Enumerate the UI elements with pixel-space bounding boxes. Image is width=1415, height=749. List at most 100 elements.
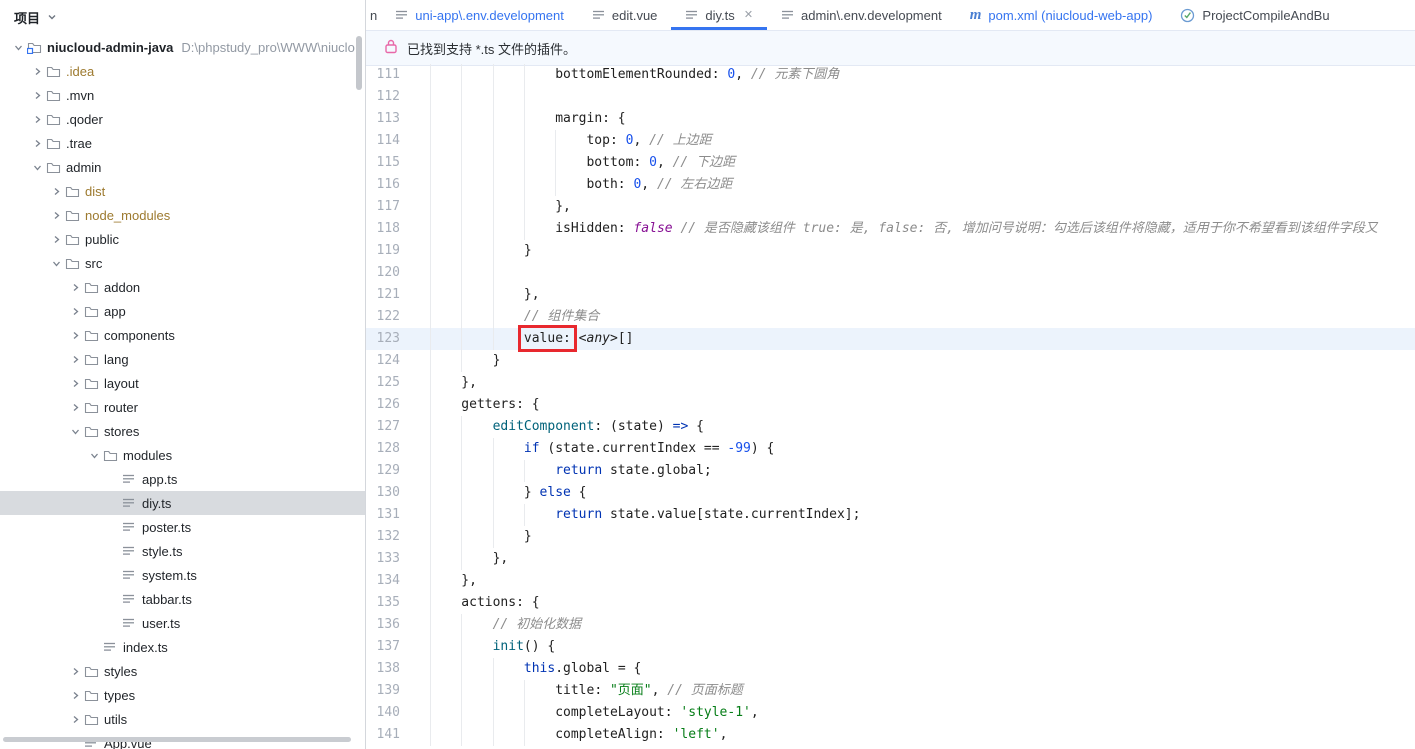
code-line-128[interactable]: 128if (state.currentIndex == -99) { — [366, 438, 1415, 460]
chevron-right-icon[interactable] — [67, 282, 84, 293]
chevron-right-icon[interactable] — [67, 666, 84, 677]
chevron-right-icon[interactable] — [67, 714, 84, 725]
code-line-content: }, — [430, 196, 571, 218]
tab-admin-.env.development[interactable]: admin\.env.development — [767, 0, 956, 30]
chevron-right-icon[interactable] — [67, 378, 84, 389]
code-line-135[interactable]: 135actions: { — [366, 592, 1415, 614]
chevron-down-icon[interactable] — [48, 258, 65, 269]
code-token: // 元素下圆角 — [751, 67, 839, 82]
tree-item-index.ts[interactable]: index.ts — [0, 635, 365, 659]
code-line-129[interactable]: 129return state.global; — [366, 460, 1415, 482]
tree-horizontal-scrollbar[interactable] — [3, 737, 351, 742]
chevron-down-icon[interactable] — [86, 450, 103, 461]
chevron-right-icon[interactable] — [29, 138, 46, 149]
chevron-down-icon[interactable] — [10, 42, 27, 53]
chevron-right-icon[interactable] — [67, 402, 84, 413]
code-line-136[interactable]: 136// 初始化数据 — [366, 614, 1415, 636]
tab-diy.ts[interactable]: diy.ts✕ — [671, 0, 767, 30]
code-line-131[interactable]: 131return state.value[state.currentIndex… — [366, 504, 1415, 526]
tree-item-types[interactable]: types — [0, 683, 365, 707]
project-panel-header[interactable]: 项目 — [0, 0, 365, 34]
code-line-127[interactable]: 127editComponent: (state) => { — [366, 416, 1415, 438]
tree-item-router[interactable]: router — [0, 395, 365, 419]
chevron-right-icon[interactable] — [29, 114, 46, 125]
tree-item-label: layout — [104, 376, 139, 391]
tree-item-tabbar.ts[interactable]: tabbar.ts — [0, 587, 365, 611]
tree-item-poster.ts[interactable]: poster.ts — [0, 515, 365, 539]
tree-item-lang[interactable]: lang — [0, 347, 365, 371]
tree-item-.qoder[interactable]: .qoder — [0, 107, 365, 131]
chevron-right-icon[interactable] — [67, 330, 84, 341]
chevron-right-icon[interactable] — [29, 66, 46, 77]
code-line-111[interactable]: 111bottomElementRounded: 0, // 元素下圆角 — [366, 64, 1415, 86]
code-line-133[interactable]: 133}, — [366, 548, 1415, 570]
code-line-139[interactable]: 139title: "页面", // 页面标题 — [366, 680, 1415, 702]
code-line-125[interactable]: 125}, — [366, 372, 1415, 394]
tree-item-system.ts[interactable]: system.ts — [0, 563, 365, 587]
code-editor[interactable]: 111bottomElementRounded: 0, // 元素下圆角1121… — [366, 64, 1415, 749]
chevron-right-icon[interactable] — [67, 354, 84, 365]
indent-guide — [493, 64, 524, 86]
chevron-right-icon[interactable] — [67, 690, 84, 701]
code-line-112[interactable]: 112 — [366, 86, 1415, 108]
chevron-down-icon[interactable] — [29, 162, 46, 173]
tree-item-src[interactable]: src — [0, 251, 365, 275]
tree-item-style.ts[interactable]: style.ts — [0, 539, 365, 563]
code-line-124[interactable]: 124} — [366, 350, 1415, 372]
chevron-right-icon[interactable] — [48, 210, 65, 221]
code-line-141[interactable]: 141completeAlign: 'left', — [366, 724, 1415, 746]
chevron-right-icon[interactable] — [67, 306, 84, 317]
code-line-122[interactable]: 122// 组件集合 — [366, 306, 1415, 328]
truncated-tab-fragment[interactable]: n — [368, 0, 381, 30]
tree-item-stores[interactable]: stores — [0, 419, 365, 443]
tab-projectcompileandbu[interactable]: ProjectCompileAndBu — [1166, 0, 1343, 30]
tab-uni-app-.env.development[interactable]: uni-app\.env.development — [381, 0, 578, 30]
tree-item-utils[interactable]: utils — [0, 707, 365, 731]
code-line-137[interactable]: 137init() { — [366, 636, 1415, 658]
code-line-121[interactable]: 121}, — [366, 284, 1415, 306]
code-line-126[interactable]: 126getters: { — [366, 394, 1415, 416]
chevron-right-icon[interactable] — [29, 90, 46, 101]
tree-item-node-modules[interactable]: node_modules — [0, 203, 365, 227]
tree-item-layout[interactable]: layout — [0, 371, 365, 395]
code-line-120[interactable]: 120 — [366, 262, 1415, 284]
tab-pom.xml--niucloud-web-app-[interactable]: mpom.xml (niucloud-web-app) — [956, 0, 1167, 30]
code-line-115[interactable]: 115bottom: 0, // 下边距 — [366, 152, 1415, 174]
tree-item-public[interactable]: public — [0, 227, 365, 251]
chevron-down-icon[interactable] — [47, 12, 57, 22]
tree-vertical-scrollbar[interactable] — [356, 36, 362, 90]
tree-item-admin[interactable]: admin — [0, 155, 365, 179]
code-line-138[interactable]: 138this.global = { — [366, 658, 1415, 680]
chevron-right-icon[interactable] — [48, 234, 65, 245]
tree-item-dist[interactable]: dist — [0, 179, 365, 203]
tree-item-modules[interactable]: modules — [0, 443, 365, 467]
tree-item-user.ts[interactable]: user.ts — [0, 611, 365, 635]
chevron-down-icon — [51, 258, 62, 269]
code-line-118[interactable]: 118isHidden: false // 是否隐藏该组件 true: 是, f… — [366, 218, 1415, 240]
tree-item-app[interactable]: app — [0, 299, 365, 323]
tree-item-.trae[interactable]: .trae — [0, 131, 365, 155]
chevron-right-icon[interactable] — [48, 186, 65, 197]
code-line-130[interactable]: 130} else { — [366, 482, 1415, 504]
close-icon[interactable]: ✕ — [744, 10, 753, 21]
code-line-140[interactable]: 140completeLayout: 'style-1', — [366, 702, 1415, 724]
code-line-117[interactable]: 117}, — [366, 196, 1415, 218]
tree-item-niucloud-admin-java[interactable]: niucloud-admin-javaD:\phpstudy_pro\WWW\n… — [0, 35, 365, 59]
tree-item-.mvn[interactable]: .mvn — [0, 83, 365, 107]
code-line-123[interactable]: 123value: <any>[] — [366, 328, 1415, 350]
chevron-right-icon — [32, 66, 43, 77]
code-line-132[interactable]: 132} — [366, 526, 1415, 548]
tab-edit.vue[interactable]: edit.vue — [578, 0, 672, 30]
chevron-down-icon[interactable] — [67, 426, 84, 437]
tree-item-app.ts[interactable]: app.ts — [0, 467, 365, 491]
tree-item-styles[interactable]: styles — [0, 659, 365, 683]
tree-item-.idea[interactable]: .idea — [0, 59, 365, 83]
code-line-119[interactable]: 119} — [366, 240, 1415, 262]
code-line-116[interactable]: 116both: 0, // 左右边距 — [366, 174, 1415, 196]
tree-item-components[interactable]: components — [0, 323, 365, 347]
code-line-114[interactable]: 114top: 0, // 上边距 — [366, 130, 1415, 152]
tree-item-diy.ts[interactable]: diy.ts — [0, 491, 365, 515]
tree-item-addon[interactable]: addon — [0, 275, 365, 299]
code-line-134[interactable]: 134}, — [366, 570, 1415, 592]
code-line-113[interactable]: 113margin: { — [366, 108, 1415, 130]
